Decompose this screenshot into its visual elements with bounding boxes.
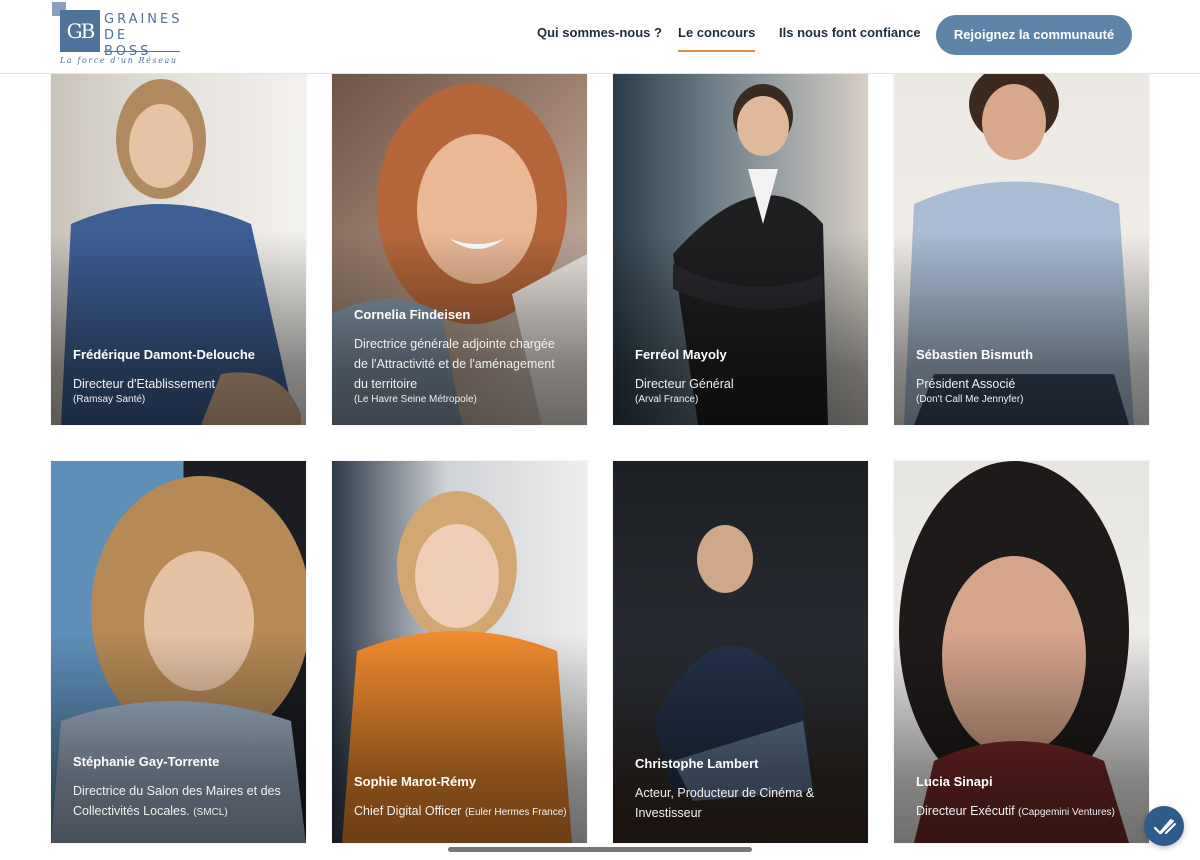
jury-grid: Frédérique Damont-Delouche Directeur d'E… — [0, 0, 1200, 860]
card-name: Sébastien Bismuth — [916, 347, 1034, 362]
card-name: Sophie Marot-Rémy — [354, 774, 477, 789]
scroll-indicator[interactable] — [448, 847, 752, 852]
card-name: Christophe Lambert — [635, 756, 759, 771]
card-role: Directrice du Salon des Maires et des Co… — [73, 781, 288, 823]
card-role: Chief Digital Officer (Euler Hermes Fran… — [354, 801, 569, 823]
jury-card[interactable]: Ferréol Mayoly Directeur Général (Arval … — [613, 74, 868, 425]
logo-wordmark: GRAINES DE BOSS — [104, 12, 183, 60]
jury-card[interactable]: Cornelia Findeisen Directrice générale a… — [332, 74, 587, 425]
nav-qui-sommes-nous[interactable]: Qui sommes-nous ? — [537, 25, 662, 40]
card-info: Christophe Lambert Acteur, Producteur de… — [635, 755, 850, 823]
card-name: Ferréol Mayoly — [635, 347, 727, 362]
logo-monogram: GB — [60, 10, 100, 52]
role-text: Acteur, Producteur de Cinéma & Investiss… — [635, 786, 815, 820]
role-text: Directeur d'Etablissement — [73, 377, 216, 391]
accessibility-check-icon[interactable] — [1144, 806, 1184, 846]
jury-card[interactable]: Sophie Marot-Rémy Chief Digital Officer … — [332, 461, 587, 843]
jury-card[interactable]: Sébastien Bismuth Président Associé (Don… — [894, 74, 1149, 425]
role-text: Directeur Exécutif — [916, 804, 1015, 818]
site-header: GB GRAINES DE BOSS La force d'un Réseau … — [0, 0, 1200, 74]
card-role: Directeur d'Etablissement — [73, 374, 288, 394]
card-org: (Arval France) — [635, 394, 699, 405]
card-org: (Le Havre Seine Métropole) — [354, 394, 477, 405]
card-org: (SMCL) — [193, 807, 228, 818]
role-text: Directeur Général — [635, 377, 734, 391]
card-org: (Capgemini Ventures) — [1018, 807, 1115, 818]
logo-divider — [104, 51, 180, 52]
nav-le-concours[interactable]: Le concours — [678, 25, 756, 52]
join-community-button[interactable]: Rejoignez la communauté — [936, 15, 1132, 55]
nav-ils-nous-font-confiance[interactable]: Ils nous font confiance — [779, 25, 921, 40]
role-text: Chief Digital Officer — [354, 804, 462, 818]
card-role: Directeur Général — [635, 374, 850, 394]
card-name: Lucia Sinapi — [916, 774, 993, 789]
page: Frédérique Damont-Delouche Directeur d'E… — [0, 0, 1200, 860]
jury-card[interactable]: Lucia Sinapi Directeur Exécutif (Capgemi… — [894, 461, 1149, 843]
card-role: Acteur, Producteur de Cinéma & Investiss… — [635, 783, 850, 823]
role-text: Directrice générale adjointe chargée de … — [354, 337, 555, 391]
card-info: Sophie Marot-Rémy Chief Digital Officer … — [354, 773, 569, 823]
jury-card[interactable]: Frédérique Damont-Delouche Directeur d'E… — [51, 74, 306, 425]
logo-mark: GB — [52, 2, 100, 54]
logo-line1: GRAINES — [104, 12, 183, 27]
role-text: Directrice du Salon des Maires et des Co… — [73, 784, 281, 818]
logo-tagline: La force d'un Réseau — [60, 56, 178, 65]
card-name: Stéphanie Gay-Torrente — [73, 754, 220, 769]
card-info: Cornelia Findeisen Directrice générale a… — [354, 306, 569, 405]
card-org: (Don't Call Me Jennyfer) — [916, 394, 1024, 405]
card-role: Directeur Exécutif (Capgemini Ventures) — [916, 801, 1131, 823]
card-info: Frédérique Damont-Delouche Directeur d'E… — [73, 346, 288, 405]
card-org: (Ramsay Santé) — [73, 394, 146, 405]
card-name: Cornelia Findeisen — [354, 307, 471, 322]
card-info: Stéphanie Gay-Torrente Directrice du Sal… — [73, 753, 288, 823]
card-info: Lucia Sinapi Directeur Exécutif (Capgemi… — [916, 773, 1131, 823]
card-org: (Euler Hermes France) — [464, 807, 567, 818]
jury-card[interactable]: Christophe Lambert Acteur, Producteur de… — [613, 461, 868, 843]
card-role: Directrice générale adjointe chargée de … — [354, 334, 569, 394]
card-role: Président Associé — [916, 374, 1131, 394]
jury-card[interactable]: Stéphanie Gay-Torrente Directrice du Sal… — [51, 461, 306, 843]
role-text: Président Associé — [916, 377, 1016, 391]
card-info: Sébastien Bismuth Président Associé (Don… — [916, 346, 1131, 405]
logo[interactable]: GB GRAINES DE BOSS La force d'un Réseau — [52, 2, 182, 68]
card-name: Frédérique Damont-Delouche — [73, 347, 256, 362]
card-info: Ferréol Mayoly Directeur Général (Arval … — [635, 346, 850, 405]
check-lines-icon — [1153, 818, 1176, 835]
